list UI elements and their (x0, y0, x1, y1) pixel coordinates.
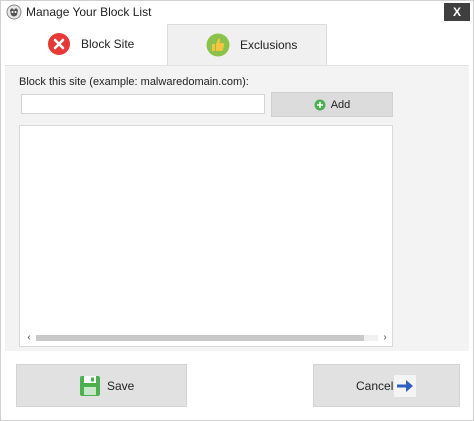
blocked-sites-list[interactable]: ‹ › (19, 125, 393, 347)
manage-block-list-window: Manage Your Block List X Block Site Excl… (0, 0, 474, 421)
block-site-panel: Block this site (example: malwaredomain.… (5, 65, 469, 351)
close-button[interactable]: X (444, 3, 470, 21)
tab-exclusions-label: Exclusions (240, 38, 298, 52)
tab-bar: Block Site Exclusions (1, 23, 473, 65)
save-button-label: Save (107, 379, 135, 393)
tab-block-site[interactable]: Block Site (5, 23, 167, 65)
scroll-left-icon[interactable]: ‹ (24, 331, 34, 345)
scroll-thumb[interactable] (36, 335, 365, 341)
cancel-button[interactable]: Cancel (313, 364, 460, 407)
add-button[interactable]: Add (271, 92, 393, 117)
block-site-label: Block this site (example: malwaredomain.… (19, 76, 249, 88)
close-icon: X (452, 5, 461, 19)
tab-block-site-label: Block Site (81, 37, 135, 51)
scroll-track[interactable] (36, 335, 378, 341)
tab-exclusions[interactable]: Exclusions (167, 24, 327, 65)
title-bar: Manage Your Block List X (1, 1, 473, 23)
window-title: Manage Your Block List (26, 5, 152, 19)
block-x-icon (48, 33, 70, 55)
add-button-label: Add (330, 98, 351, 111)
block-site-input[interactable] (21, 94, 265, 114)
scroll-right-icon[interactable]: › (380, 331, 390, 345)
cancel-button-label: Cancel (356, 379, 394, 393)
save-button[interactable]: Save (16, 364, 187, 407)
arrow-right-icon (394, 375, 416, 397)
thumbs-up-icon (206, 33, 230, 57)
shield-icon (6, 4, 22, 20)
add-icon (314, 99, 326, 110)
horizontal-scrollbar[interactable]: ‹ › (20, 330, 392, 346)
floppy-disk-icon (80, 376, 100, 396)
